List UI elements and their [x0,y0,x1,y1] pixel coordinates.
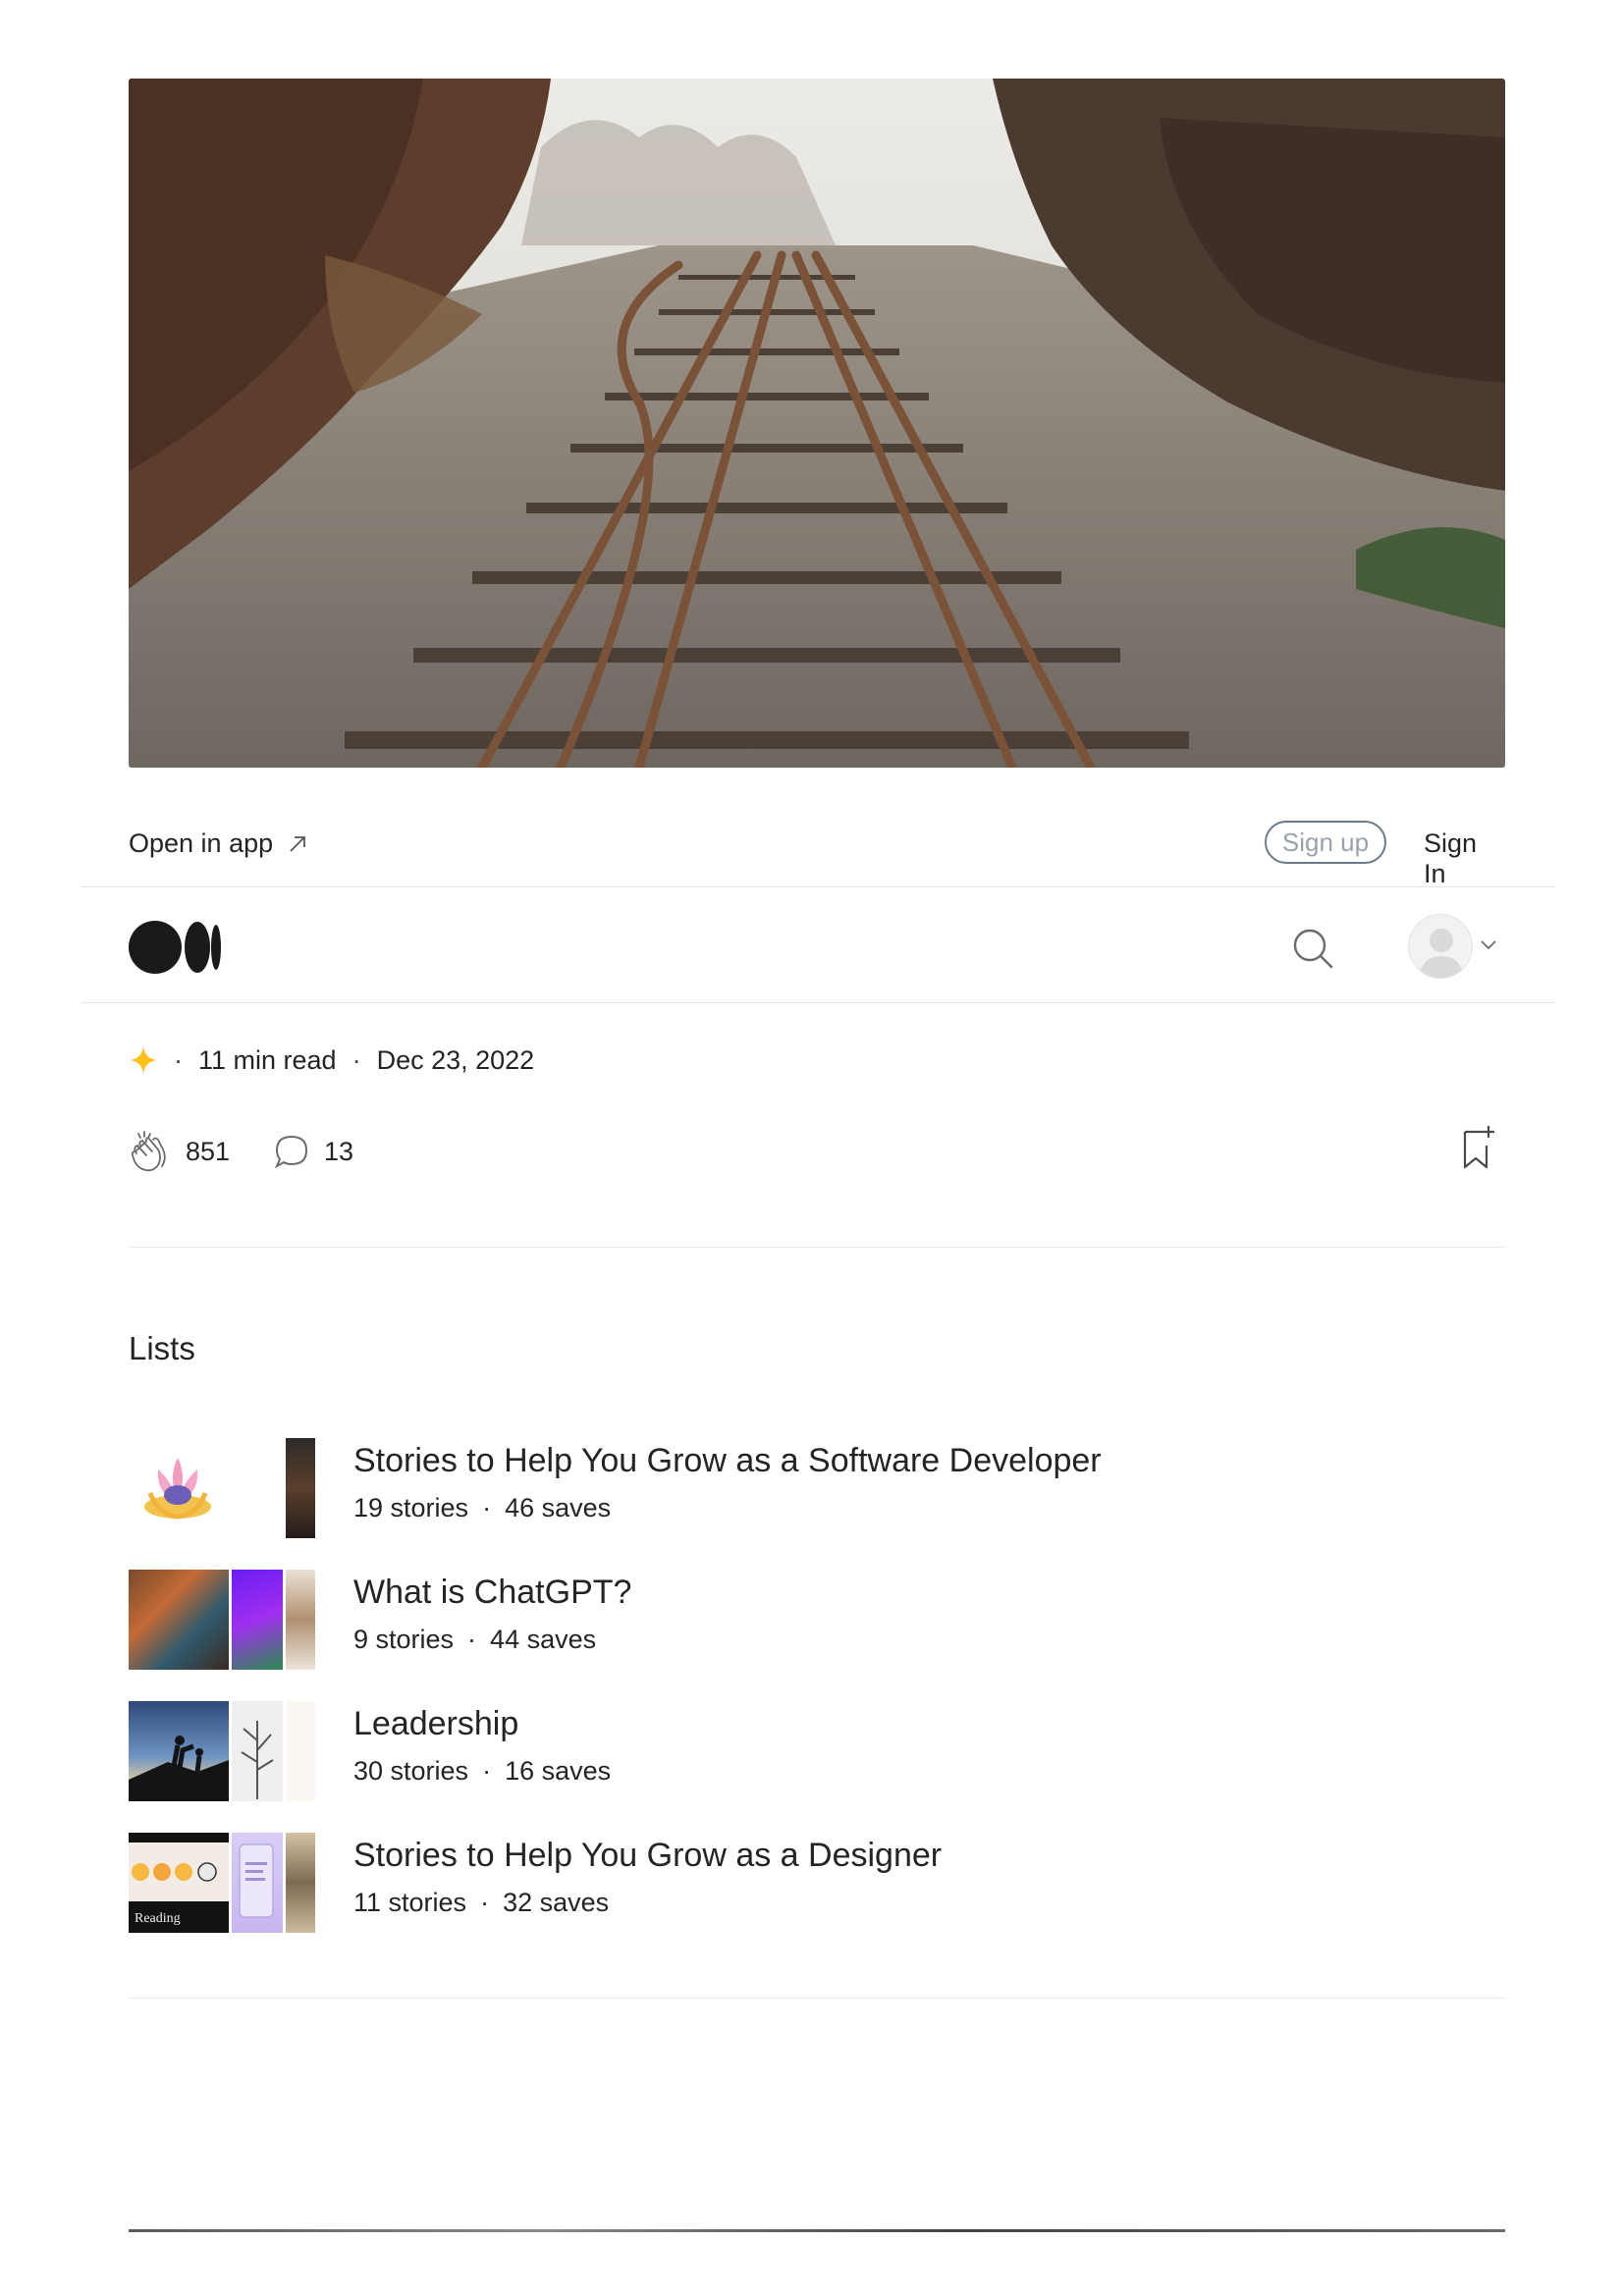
list-stats: 30 stories · 16 saves [353,1756,611,1787]
open-in-app-link[interactable]: Open in app [129,828,308,859]
sign-in-link[interactable]: Sign In [1424,828,1505,889]
top-bar: Open in app Sign up Sign In [129,815,1505,888]
list-thumbnails: Reading [129,1833,315,1933]
list-item[interactable]: Stories to Help You Grow as a Software D… [129,1438,1110,1538]
list-stories-count: 11 stories [353,1888,467,1917]
article-actions: 851 13 [129,1124,1505,1179]
list-thumbnail [129,1570,232,1670]
clap-count: 851 [186,1136,231,1166]
list-stats: 19 stories · 46 saves [353,1493,611,1523]
list-thumbnail [232,1833,286,1933]
avatar[interactable] [1408,914,1473,979]
sign-up-label: Sign up [1281,827,1370,857]
list-saves-count: 44 saves [490,1625,597,1654]
list-stories-count: 30 stories [353,1756,469,1786]
chevron-down-icon[interactable] [1480,939,1497,951]
meta-separator: · [174,1044,183,1075]
list-thumbnails [129,1701,315,1801]
read-time: 11 min read [198,1044,337,1075]
list-separator: · [480,1888,490,1917]
next-image-edge [129,2229,1505,2232]
open-in-app-label: Open in app [129,828,274,858]
list-thumbnail: Reading [129,1833,232,1933]
list-thumbnail [232,1701,286,1801]
list-stories-count: 19 stories [353,1493,469,1522]
list-thumbnail [286,1438,315,1538]
climbers-silhouette [129,1735,229,1801]
lotus-illustration [144,1458,211,1520]
list-item[interactable]: What is ChatGPT? 9 stories · 44 saves [129,1570,1110,1670]
comment-icon [274,1135,308,1169]
user-placeholder-icon [1409,915,1472,978]
list-title[interactable]: What is ChatGPT? [353,1574,631,1612]
list-thumbnail [286,1701,315,1801]
list-saves-count: 16 saves [505,1756,612,1786]
list-saves-count: 32 saves [503,1888,610,1917]
phone-mockup [239,1843,274,1918]
navigation-bar [129,895,1505,1003]
list-title[interactable]: Stories to Help You Grow as a Designer [353,1837,942,1875]
thumbnail-caption: Reading [135,1911,181,1926]
arrow-up-right-icon [290,835,306,852]
search-icon[interactable] [1291,927,1334,970]
list-item[interactable]: Leadership 30 stories · 16 saves [129,1701,1110,1801]
article-meta: · 11 min read · Dec 23, 2022 [129,1039,534,1082]
list-stats: 11 stories · 32 saves [353,1888,609,1918]
lists-heading: Lists [129,1330,195,1366]
clap-button[interactable]: 851 [129,1124,230,1179]
top-divider [81,886,1555,887]
list-thumbnail [286,1570,315,1670]
railway-tracks-illustration [129,79,1505,768]
clap-icon [131,1131,166,1172]
list-title[interactable]: Stories to Help You Grow as a Software D… [353,1442,1102,1480]
list-thumbnail [232,1438,286,1538]
list-separator: · [467,1625,477,1654]
list-saves-count: 46 saves [505,1493,612,1522]
list-separator: · [482,1493,492,1522]
meta-separator: · [352,1044,361,1075]
lists-divider [129,1998,1505,1999]
nav-divider [81,1002,1555,1003]
list-stories-count: 9 stories [353,1625,455,1654]
list-thumbnail [286,1833,315,1933]
list-title[interactable]: Leadership [353,1705,518,1743]
bookmark-add-icon[interactable] [1459,1124,1498,1173]
medium-logo-icon[interactable] [129,920,222,975]
tree-sketch [241,1721,274,1799]
list-thumbnails [129,1438,315,1538]
publish-date: Dec 23, 2022 [376,1044,535,1075]
list-thumbnail [129,1701,232,1801]
member-star-icon [130,1046,157,1074]
list-thumbnail [232,1570,286,1670]
comments-button[interactable]: 13 [273,1124,353,1179]
list-item[interactable]: Reading Stories to Help You Grow as a De… [129,1833,1110,1933]
hero-image [129,79,1505,768]
list-thumbnails [129,1570,315,1670]
actions-divider [129,1247,1505,1248]
list-stats: 9 stories · 44 saves [353,1625,596,1655]
sign-up-button[interactable]: Sign up [1265,821,1386,864]
list-thumbnail [129,1438,232,1538]
comment-count: 13 [324,1136,354,1166]
list-separator: · [482,1756,492,1786]
